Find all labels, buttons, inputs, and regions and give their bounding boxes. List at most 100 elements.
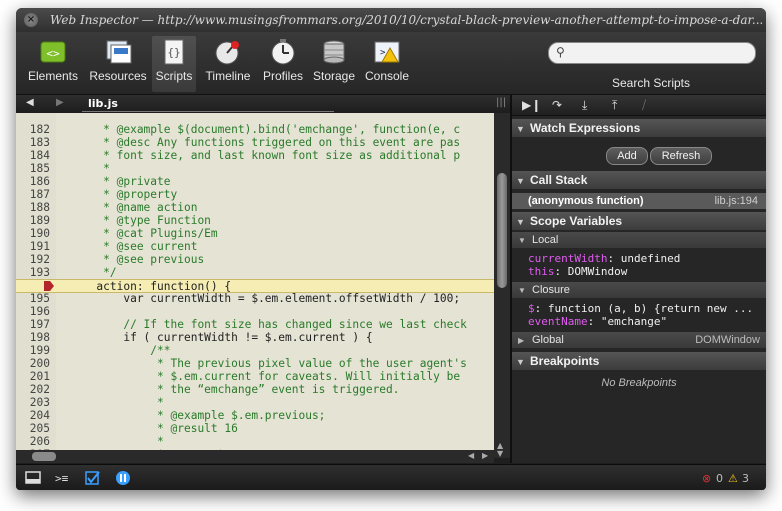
- line-number[interactable]: 200: [16, 357, 50, 370]
- scope-property[interactable]: eventName: "emchange": [528, 315, 667, 328]
- code-line[interactable]: 193 */: [16, 266, 494, 279]
- watch-expressions-header[interactable]: ▼ Watch Expressions: [512, 119, 766, 137]
- scope-property[interactable]: $: function (a, b) {return new ...: [528, 302, 753, 315]
- code-vertical-scrollbar[interactable]: ▲ ▼: [494, 113, 510, 458]
- call-stack-frame[interactable]: (anonymous function) lib.js:194: [512, 193, 766, 209]
- console-toggle-icon[interactable]: >≡: [54, 470, 72, 486]
- line-number[interactable]: 201: [16, 370, 50, 383]
- line-number[interactable]: 196: [16, 305, 50, 318]
- add-watch-button[interactable]: Add: [606, 147, 648, 165]
- line-number[interactable]: 184: [16, 149, 50, 162]
- tab-console[interactable]: > Console: [362, 36, 412, 92]
- breakpoints-header[interactable]: ▼ Breakpoints: [512, 352, 766, 370]
- line-number[interactable]: 199: [16, 344, 50, 357]
- line-number[interactable]: 195: [16, 292, 50, 305]
- code-line[interactable]: 201 * $.em.current for caveats. Will ini…: [16, 370, 494, 383]
- scroll-right-icon[interactable]: ▶: [482, 451, 488, 460]
- console-icon: >: [374, 41, 400, 63]
- code-line[interactable]: 185 *: [16, 162, 494, 175]
- step-over-icon[interactable]: ↷: [552, 98, 562, 112]
- tab-scripts[interactable]: {} Scripts: [152, 36, 196, 92]
- code-line[interactable]: 197 // If the font size has changed sinc…: [16, 318, 494, 331]
- line-number[interactable]: 192: [16, 253, 50, 266]
- frame-location: lib.js:194: [714, 195, 758, 207]
- scope-variables-header[interactable]: ▼ Scope Variables: [512, 212, 766, 230]
- code-line[interactable]: 187 * @property: [16, 188, 494, 201]
- tab-elements[interactable]: <> Elements: [22, 36, 84, 92]
- tab-resources[interactable]: Resources: [86, 36, 150, 92]
- refresh-watch-button[interactable]: Refresh: [650, 147, 712, 165]
- line-number[interactable]: 187: [16, 188, 50, 201]
- line-number[interactable]: 193: [16, 266, 50, 279]
- code-line[interactable]: 200 * The previous pixel value of the us…: [16, 357, 494, 370]
- back-arrow-icon[interactable]: ◀: [26, 97, 34, 108]
- line-number[interactable]: 185: [16, 162, 50, 175]
- dock-toggle-icon[interactable]: [24, 470, 42, 486]
- horizontal-scroll-thumb[interactable]: [32, 452, 56, 461]
- code-line[interactable]: 195 var currentWidth = $.em.element.offs…: [16, 292, 494, 305]
- code-line[interactable]: 198 if ( currentWidth != $.em.current ) …: [16, 331, 494, 344]
- code-line[interactable]: 204 * @example $.em.previous;: [16, 409, 494, 422]
- line-number[interactable]: 202: [16, 383, 50, 396]
- close-icon[interactable]: ×: [24, 13, 38, 27]
- checkmark-icon[interactable]: [84, 470, 102, 486]
- line-number[interactable]: 206: [16, 435, 50, 448]
- code-line[interactable]: 203 *: [16, 396, 494, 409]
- call-stack-header[interactable]: ▼ Call Stack: [512, 171, 766, 189]
- scope-local-header[interactable]: ▼ Local: [512, 232, 766, 248]
- code-horizontal-scrollbar[interactable]: ◀ ▶: [16, 450, 494, 463]
- line-number[interactable]: 183: [16, 136, 50, 149]
- scroll-left-icon[interactable]: ◀: [468, 451, 474, 460]
- code-line[interactable]: 199 /**: [16, 344, 494, 357]
- scope-property[interactable]: this: DOMWindow: [528, 265, 627, 278]
- line-number[interactable]: 204: [16, 409, 50, 422]
- tab-timeline[interactable]: Timeline: [200, 36, 256, 92]
- line-text: * The previous pixel value of the user a…: [56, 357, 467, 370]
- pause-resume-icon[interactable]: ▶❙: [522, 98, 541, 112]
- code-line[interactable]: 196: [16, 305, 494, 318]
- code-line[interactable]: 182 * @example $(document).bind('emchang…: [16, 123, 494, 136]
- code-line[interactable]: 189 * @type Function: [16, 214, 494, 227]
- code-line[interactable]: 183 * @desc Any functions triggered on t…: [16, 136, 494, 149]
- code-line[interactable]: 205 * @result 16: [16, 422, 494, 435]
- code-line[interactable]: 192 * @see previous: [16, 253, 494, 266]
- tab-storage[interactable]: Storage: [310, 36, 358, 92]
- search-input[interactable]: [571, 45, 751, 62]
- line-number[interactable]: 203: [16, 396, 50, 409]
- code-line[interactable]: 191 * @see current: [16, 240, 494, 253]
- tab-profiles[interactable]: Profiles: [258, 36, 308, 92]
- debugger-sidebar: ▶❙ ↷ ⤓ ⤒ ⧸ ▼ Watch Expressions Add Refres…: [512, 95, 766, 463]
- line-number[interactable]: 197: [16, 318, 50, 331]
- pause-on-exceptions-icon[interactable]: [114, 470, 132, 486]
- line-number[interactable]: 189: [16, 214, 50, 227]
- forward-arrow-icon[interactable]: ▶: [56, 97, 64, 108]
- code-line[interactable]: 202 * the “emchange” event is triggered.: [16, 383, 494, 396]
- disclosure-triangle-icon: ▼: [516, 217, 525, 227]
- scroll-down-icon[interactable]: ▼: [497, 449, 503, 458]
- vertical-scroll-thumb[interactable]: [497, 173, 507, 288]
- step-out-icon[interactable]: ⤒: [612, 98, 617, 113]
- scope-property[interactable]: currentWidth: undefined: [528, 252, 680, 265]
- scope-global-header[interactable]: ▶ Global DOMWindow: [512, 332, 766, 348]
- line-number[interactable]: 190: [16, 227, 50, 240]
- line-number[interactable]: 205: [16, 422, 50, 435]
- code-line[interactable]: 186 * @private: [16, 175, 494, 188]
- warning-icon: ⚠: [728, 472, 738, 485]
- code-line[interactable]: 190 * @cat Plugins/Em: [16, 227, 494, 240]
- current-execution-line[interactable]: 194 action: function() {: [16, 279, 494, 293]
- resize-grip-icon[interactable]: |||: [496, 97, 506, 108]
- code-line[interactable]: 184 * font size, and last known font siz…: [16, 149, 494, 162]
- source-code-view[interactable]: 182 * @example $(document).bind('emchang…: [16, 113, 494, 458]
- deactivate-breakpoints-icon[interactable]: ⧸: [642, 98, 646, 113]
- line-number[interactable]: 188: [16, 201, 50, 214]
- scope-closure-header[interactable]: ▼ Closure: [512, 282, 766, 298]
- search-field: ⚲: [548, 42, 756, 64]
- line-number[interactable]: 198: [16, 331, 50, 344]
- file-selector[interactable]: lib.js: [82, 96, 334, 112]
- line-number[interactable]: 191: [16, 240, 50, 253]
- line-number[interactable]: 182: [16, 123, 50, 136]
- line-number[interactable]: 186: [16, 175, 50, 188]
- step-into-icon[interactable]: ⤓: [582, 98, 587, 113]
- code-line[interactable]: 188 * @name action: [16, 201, 494, 214]
- code-line[interactable]: 206 *: [16, 435, 494, 448]
